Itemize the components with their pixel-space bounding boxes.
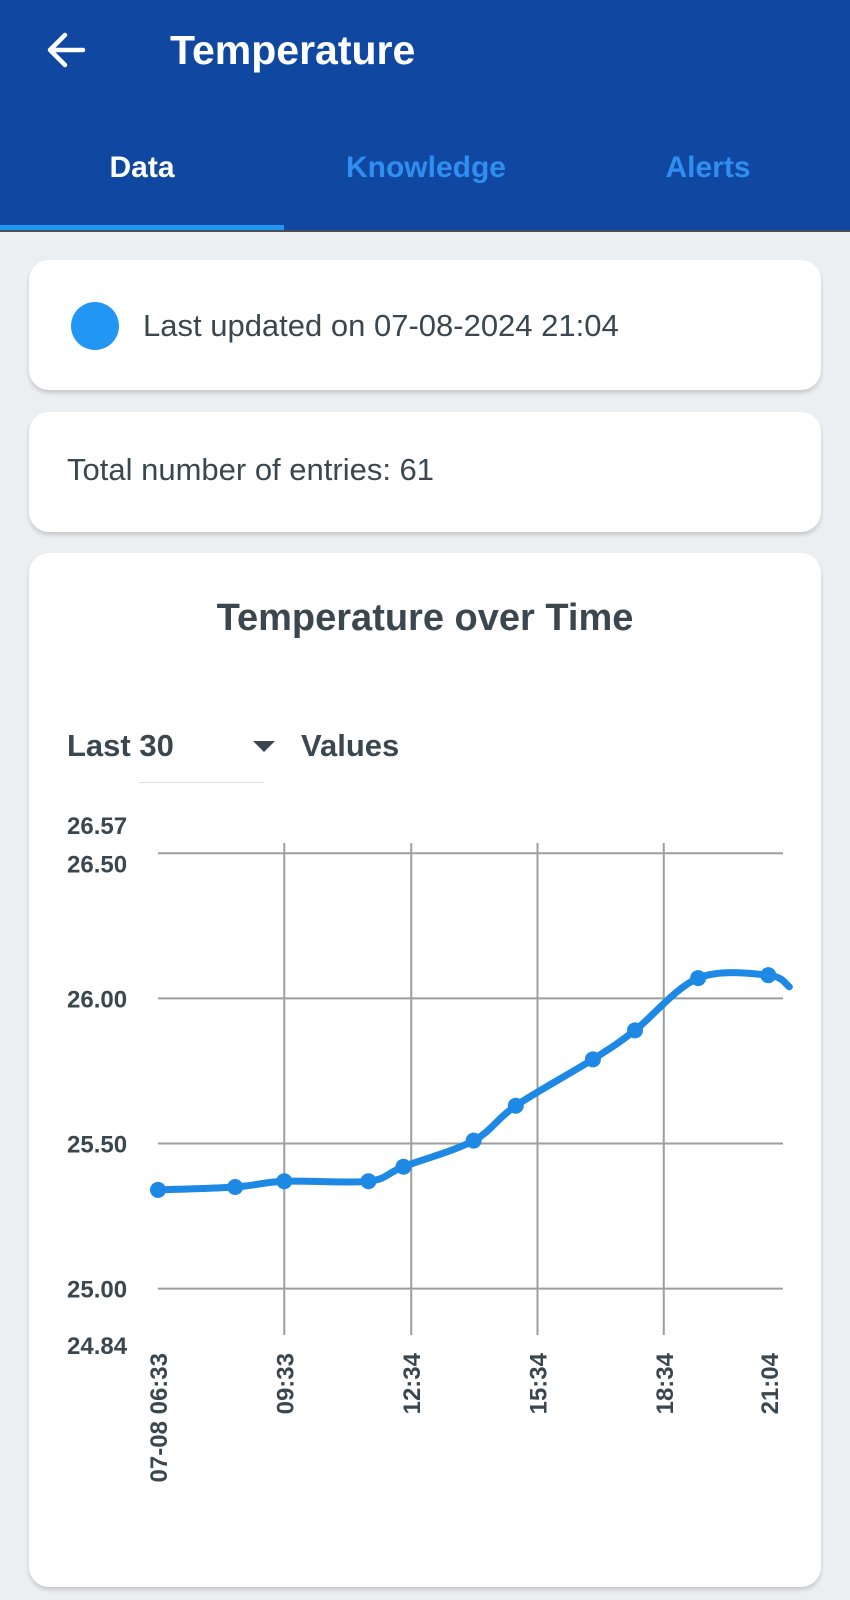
page-title: Temperature [170, 27, 416, 73]
tab-bar: Data Knowledge Alerts [0, 132, 850, 232]
app-bar-divider [0, 230, 850, 232]
x-tick-label: 07-08 06:33 [146, 1353, 173, 1482]
x-tick-label: 18:34 [652, 1352, 679, 1414]
chart-card: Temperature over Time Last 30 Values 24.… [29, 553, 821, 1587]
data-point [395, 1158, 412, 1175]
data-point [690, 970, 707, 987]
data-point [507, 1097, 524, 1114]
tab-knowledge-label: Knowledge [345, 151, 506, 184]
total-entries-text: Total number of entries: 61 [67, 452, 435, 487]
data-point [760, 967, 777, 984]
x-tick-label: 21:04 [757, 1352, 784, 1414]
tab-alerts-label: Alerts [665, 151, 751, 184]
y-axis-labels: 24.84 25.00 25.50 26.00 26.50 26.57 [67, 813, 128, 1360]
x-tick-label: 15:34 [526, 1352, 553, 1414]
data-point [584, 1051, 601, 1068]
last-updated-text: Last updated on 07-08-2024 21:04 [143, 308, 619, 343]
data-point [276, 1173, 293, 1190]
data-point [360, 1173, 377, 1190]
y-tick-label: 24.84 [67, 1333, 128, 1360]
tab-data-label: Data [109, 151, 175, 184]
y-tick-label: 26.50 [67, 851, 127, 878]
status-dot-icon [71, 302, 119, 350]
tab-knowledge[interactable]: Knowledge [284, 132, 568, 232]
series-line-layer [154, 969, 793, 1194]
y-tick-label: 26.00 [67, 986, 127, 1013]
temperature-line-chart: 24.84 25.00 25.50 26.00 26.50 26.57 07-08 06:… [67, 813, 793, 1482]
y-tick-label: 25.50 [67, 1131, 127, 1158]
chart-grid [158, 843, 783, 1335]
data-point [627, 1022, 644, 1039]
back-button[interactable] [36, 20, 96, 80]
data-point [150, 1181, 166, 1198]
series-line [154, 969, 793, 1194]
tab-data[interactable]: Data [0, 132, 284, 232]
series-points-layer [150, 967, 777, 1198]
data-point [465, 1132, 482, 1149]
arrow-back-icon [47, 32, 86, 68]
y-tick-label: 26.57 [67, 813, 127, 840]
y-tick-label: 25.00 [67, 1277, 127, 1304]
x-tick-label: 09:33 [272, 1353, 299, 1414]
app-bar: Temperature Data Knowledge Alerts [0, 0, 850, 232]
last-updated-card: Last updated on 07-08-2024 21:04 [29, 260, 821, 390]
x-axis-labels: 07-08 06:33 09:33 12:34 15:34 18:34 21:04 [146, 1352, 784, 1482]
data-point [227, 1179, 244, 1196]
x-tick-label: 12:34 [399, 1352, 426, 1414]
tab-alerts[interactable]: Alerts [566, 132, 850, 232]
entries-card: Total number of entries: 61 [29, 412, 821, 532]
